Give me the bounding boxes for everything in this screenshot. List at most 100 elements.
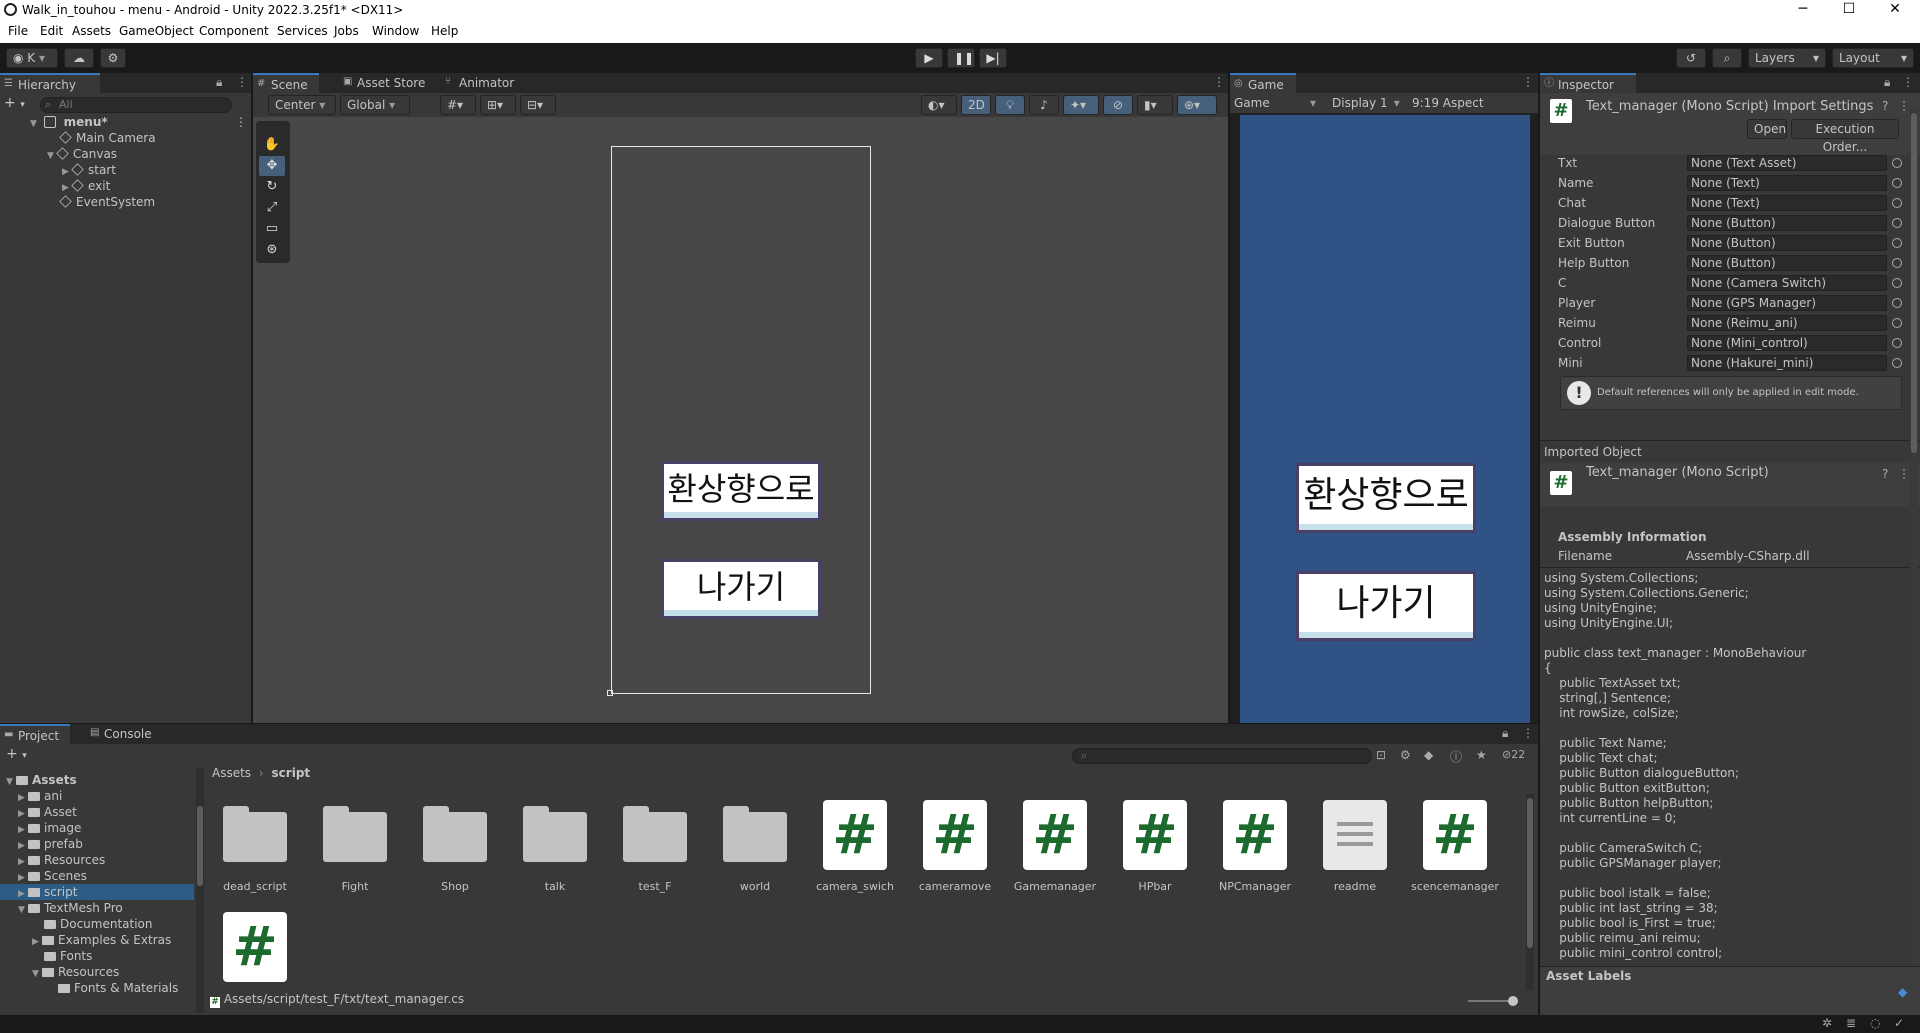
kebab-menu-icon[interactable]: ⋮ (235, 114, 247, 130)
draw-mode-dropdown[interactable]: ◐▾ (921, 95, 957, 115)
bug-icon[interactable]: ✲ (1822, 1016, 1832, 1030)
zoom-slider[interactable] (1468, 996, 1518, 1006)
menu-component[interactable]: Component (199, 24, 269, 38)
kebab-menu-icon[interactable]: ⋮ (1522, 75, 1534, 89)
layout-dropdown[interactable]: Layout ▾ (1832, 48, 1914, 68)
object-field[interactable]: None (Button) (1687, 235, 1887, 251)
hierarchy-item-exit[interactable]: ▶ exit (62, 178, 110, 194)
hand-tool-icon[interactable]: ✋ (259, 135, 285, 155)
lock-icon[interactable]: 🔒︎ (1502, 726, 1508, 741)
cloud-button[interactable]: ☁ (64, 48, 94, 68)
toggle-2d-button[interactable]: 2D (961, 95, 991, 115)
open-button[interactable]: Open (1747, 119, 1787, 139)
check-icon[interactable]: ✓ (1894, 1016, 1904, 1030)
hierarchy-item-eventsystem[interactable]: EventSystem (59, 194, 155, 210)
audio-toggle-button[interactable]: ♪ (1029, 95, 1059, 115)
gizmos-dropdown[interactable]: ⊕▾ (1177, 95, 1217, 115)
kebab-menu-icon[interactable]: ⋮ (1902, 75, 1914, 89)
scale-tool-icon[interactable]: ⤢ (259, 198, 285, 218)
search-button[interactable]: ⌕ (1712, 48, 1742, 68)
display-dropdown[interactable]: Display 1 ▾ (1332, 96, 1400, 110)
game-mode-dropdown[interactable]: Game ▾ (1234, 96, 1316, 110)
canvas-corner-handle[interactable] (607, 690, 613, 696)
object-picker-icon[interactable] (1892, 298, 1902, 308)
kebab-menu-icon[interactable]: ⋮ (236, 75, 248, 89)
create-asset-button[interactable]: + ▾ (6, 746, 36, 762)
object-field[interactable]: None (Mini_control) (1687, 335, 1887, 351)
stack-icon[interactable]: ≣ (1846, 1016, 1856, 1030)
tree-item[interactable]: Fonts & Materials (58, 980, 178, 996)
help-icon[interactable]: ? (1882, 467, 1888, 481)
search-by-type-icon[interactable]: ⊡ (1376, 748, 1386, 762)
object-field[interactable]: None (Button) (1687, 215, 1887, 231)
asset-item[interactable]: # camera_swich (810, 800, 894, 900)
expand-arrow-icon[interactable]: ▼ (47, 148, 57, 164)
asset-item[interactable]: Fight (310, 800, 390, 900)
asset-item[interactable]: # Gamemanager (1010, 800, 1096, 900)
menu-window[interactable]: Window (372, 24, 419, 38)
tree-item[interactable]: Fonts (44, 948, 92, 964)
scrollbar-thumb[interactable] (1911, 113, 1917, 453)
progress-icon[interactable]: ◌ (1870, 1016, 1880, 1030)
tree-scrollbar[interactable] (196, 768, 204, 1013)
object-field[interactable]: None (Text) (1687, 195, 1887, 211)
lighting-toggle-button[interactable]: 💡︎ (995, 95, 1025, 115)
scene-start-button[interactable]: 환상향으로 (661, 461, 821, 521)
scrollbar-thumb[interactable] (197, 806, 203, 886)
game-exit-button[interactable]: 나가기 (1296, 571, 1476, 641)
object-picker-icon[interactable] (1892, 278, 1902, 288)
favorite-icon[interactable]: ★ (1476, 748, 1487, 762)
label-filter-icon[interactable]: ◆ (1424, 748, 1433, 762)
object-picker-icon[interactable] (1892, 178, 1902, 188)
tab-inspector[interactable]: ⓘ Inspector (1540, 73, 1636, 93)
asset-item[interactable]: talk (510, 800, 590, 900)
object-picker-icon[interactable] (1892, 258, 1902, 268)
asset-item[interactable]: # HPbar (1110, 800, 1190, 900)
menu-help[interactable]: Help (431, 24, 458, 38)
collab-button[interactable]: ⚙ (100, 48, 126, 68)
tree-item[interactable]: ▶ prefab (18, 836, 83, 852)
tree-item[interactable]: ▶ Examples & Extras (32, 932, 171, 948)
move-tool-icon[interactable]: ✥ (259, 156, 285, 176)
pivot-dropdown[interactable]: Center ▾ (268, 95, 336, 115)
layers-dropdown[interactable]: Layers ▾ (1748, 48, 1826, 68)
breadcrumb-assets[interactable]: Assets (212, 766, 251, 780)
asset-item[interactable]: Shop (410, 800, 490, 900)
maximize-button[interactable]: ☐ (1826, 1, 1872, 17)
tag-icon[interactable]: ◆ (1898, 985, 1907, 999)
object-field[interactable]: None (Text Asset) (1687, 155, 1887, 171)
tab-asset-store[interactable]: ▣ Asset Store (339, 73, 429, 93)
tree-item[interactable]: ▼ Resources (32, 964, 119, 980)
tab-console[interactable]: ▤ Console (86, 724, 156, 744)
account-dropdown[interactable]: ◉ K ▾ (6, 48, 58, 68)
scene-exit-button[interactable]: 나가기 (661, 559, 821, 619)
hidden-packages-toggle[interactable]: ⊘22 (1502, 748, 1525, 761)
expand-arrow-icon[interactable]: ▼ (6, 774, 16, 790)
object-picker-icon[interactable] (1892, 198, 1902, 208)
grid-snap-button[interactable]: #▾ (440, 95, 476, 115)
execution-order-button[interactable]: Execution Order... (1791, 119, 1899, 154)
lock-icon[interactable]: 🔒︎ (1884, 75, 1890, 90)
tree-item[interactable]: ▶ image (18, 820, 81, 836)
info-filter-icon[interactable]: ⓘ (1450, 748, 1462, 765)
expand-arrow-icon[interactable]: ▼ (32, 966, 42, 982)
kebab-menu-icon[interactable]: ⋮ (1898, 467, 1910, 481)
menu-file[interactable]: File (8, 24, 28, 38)
menu-jobs[interactable]: Jobs (334, 24, 359, 38)
asset-grid-scrollbar[interactable] (1526, 794, 1534, 990)
menu-edit[interactable]: Edit (40, 24, 63, 38)
object-field[interactable]: None (Reimu_ani) (1687, 315, 1887, 331)
minimize-button[interactable]: ─ (1780, 1, 1826, 17)
object-field[interactable]: None (GPS Manager) (1687, 295, 1887, 311)
rect-tool-icon[interactable]: ▭ (259, 219, 285, 239)
asset-item[interactable]: test_F (610, 800, 690, 900)
camera-settings-dropdown[interactable]: ▮▾ (1137, 95, 1173, 115)
add-object-button[interactable]: + ▾ (4, 95, 34, 113)
asset-item[interactable]: # NPCmanager (1210, 800, 1291, 900)
asset-item[interactable]: # cameramove (910, 800, 991, 900)
asset-item[interactable]: world (710, 800, 790, 900)
kebab-menu-icon[interactable]: ⋮ (1213, 75, 1225, 89)
asset-item[interactable]: readme (1310, 800, 1390, 900)
game-start-button[interactable]: 환상향으로 (1296, 463, 1476, 533)
scrollbar-thumb[interactable] (1527, 798, 1533, 948)
